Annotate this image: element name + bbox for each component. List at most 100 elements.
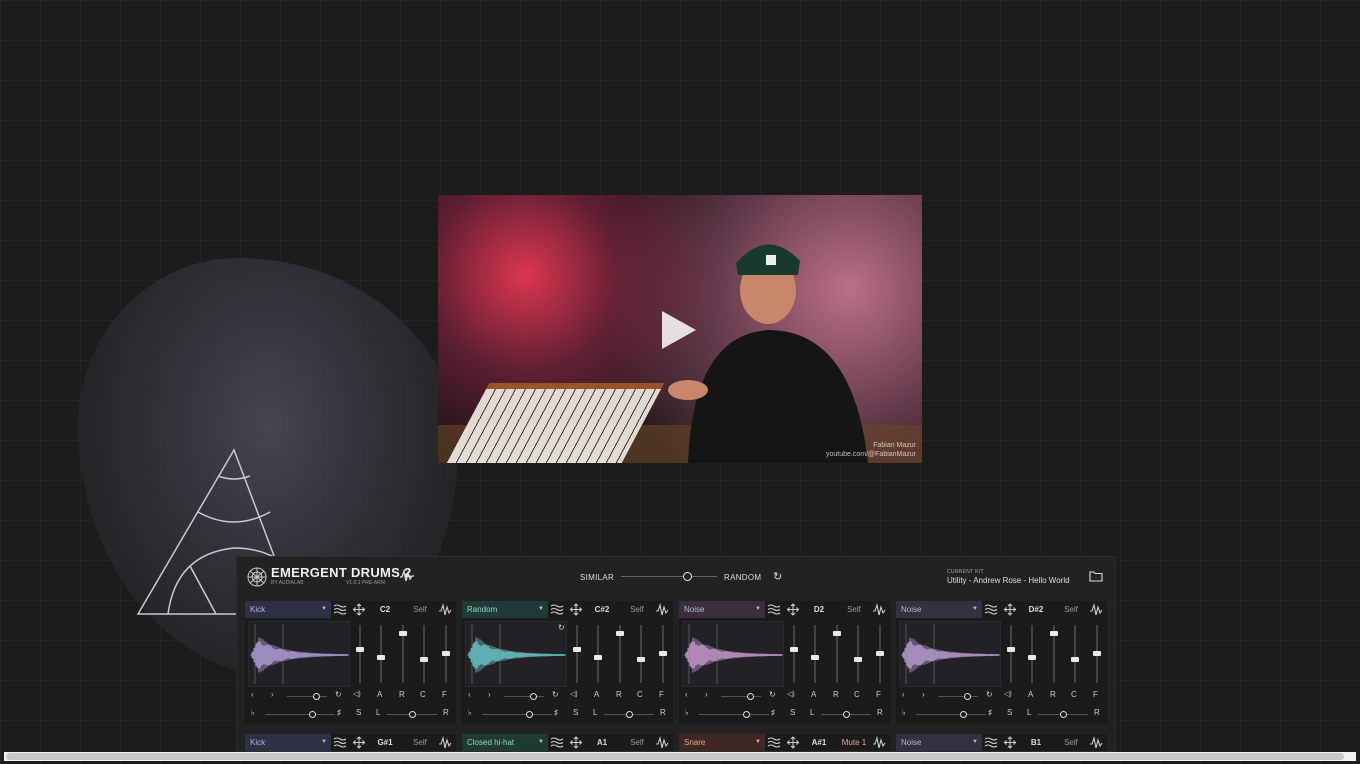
- pad-2-loop-icon[interactable]: ↻: [552, 690, 559, 699]
- horizontal-scrollbar[interactable]: [4, 752, 1356, 761]
- pad-3-fader-2[interactable]: [833, 625, 841, 683]
- pad-4-tune-slider-thumb[interactable]: [964, 693, 971, 700]
- pad-3-move-icon[interactable]: [786, 603, 800, 616]
- pad-2-pitch-slider-thumb[interactable]: [526, 711, 533, 718]
- r2-pad-3-note-label[interactable]: A#1: [804, 734, 834, 751]
- pad-3-waveform[interactable]: [682, 621, 784, 687]
- r2-pad-2-choke-mode[interactable]: Self: [623, 734, 651, 751]
- pad-2-fader-2[interactable]: [616, 625, 624, 683]
- pad-2-sharp-icon[interactable]: ♯: [554, 708, 558, 717]
- pad-2-tune-slider-thumb[interactable]: [530, 693, 537, 700]
- pad-1-waveform[interactable]: [248, 621, 350, 687]
- pad-3-pitch-slider[interactable]: [699, 711, 769, 718]
- pad-1-note-label[interactable]: C2: [370, 601, 400, 618]
- pad-3-fader-1-thumb[interactable]: [811, 655, 819, 660]
- pad-1-fader-0[interactable]: [356, 625, 364, 683]
- pad-3-sound-select[interactable]: Noise ▼: [679, 601, 765, 618]
- pad-4-pan-slider[interactable]: [1038, 711, 1088, 718]
- pad-2-flat-icon[interactable]: ♭: [468, 708, 472, 717]
- pad-4-fader-3-thumb[interactable]: [1071, 657, 1079, 662]
- pad-1-fader-1[interactable]: [377, 625, 385, 683]
- pad-3-pan-slider-thumb[interactable]: [843, 711, 850, 718]
- similarity-slider[interactable]: [621, 572, 717, 581]
- r2-pad-1-note-label[interactable]: G#1: [370, 734, 400, 751]
- pad-2-move-icon[interactable]: [569, 603, 583, 616]
- r2-pad-2-move-icon[interactable]: [569, 736, 583, 749]
- pad-1-sound-select[interactable]: Kick ▼: [245, 601, 331, 618]
- pad-1-fader-0-thumb[interactable]: [356, 647, 364, 652]
- r2-pad-3-choke-mode[interactable]: Mute 1: [840, 734, 868, 751]
- pad-4-waveform[interactable]: [899, 621, 1001, 687]
- pad-2-fader-3-thumb[interactable]: [637, 657, 645, 662]
- pad-4-loop-icon[interactable]: ↻: [986, 690, 993, 699]
- pad-2-pan-slider[interactable]: [604, 711, 654, 718]
- r2-pad-1-sound-select[interactable]: Kick ▼: [245, 734, 331, 751]
- pad-1-loop-icon[interactable]: ↻: [335, 690, 342, 699]
- r2-pad-4-eq-icon[interactable]: [984, 736, 998, 749]
- pad-3-flat-icon[interactable]: ♭: [685, 708, 689, 717]
- pad-1-fader-4-thumb[interactable]: [442, 651, 450, 656]
- pad-1-pan-slider[interactable]: [387, 711, 437, 718]
- r2-pad-1-eq-icon[interactable]: [333, 736, 347, 749]
- pad-4-move-icon[interactable]: [1003, 603, 1017, 616]
- pad-3-fader-3[interactable]: [854, 625, 862, 683]
- pad-4-eq-icon[interactable]: [984, 603, 998, 616]
- pad-2-pitch-slider[interactable]: [482, 711, 552, 718]
- r2-pad-4-choke-mode[interactable]: Self: [1057, 734, 1085, 751]
- pad-1-tune-slider[interactable]: [287, 693, 327, 700]
- pad-1-flat-icon[interactable]: ♭: [251, 708, 255, 717]
- pad-2-sound-select[interactable]: Random ▼: [462, 601, 548, 618]
- r2-pad-2-sound-select[interactable]: Closed hi-hat ▼: [462, 734, 548, 751]
- pad-4-pitch-slider[interactable]: [916, 711, 986, 718]
- pad-3-fader-2-thumb[interactable]: [833, 631, 841, 636]
- waveform-generate-icon[interactable]: [399, 569, 415, 583]
- pad-4-fader-2[interactable]: [1050, 625, 1058, 683]
- pad-2-fader-0[interactable]: [573, 625, 581, 683]
- r2-pad-2-note-label[interactable]: A1: [587, 734, 617, 751]
- folder-icon[interactable]: [1089, 570, 1103, 582]
- pad-4-waveform-generate-icon[interactable]: [1089, 602, 1103, 616]
- r2-pad-4-sound-select[interactable]: Noise ▼: [896, 734, 982, 751]
- pad-1-chevron-left-icon[interactable]: ‹: [251, 690, 254, 699]
- pad-1-fader-3[interactable]: [420, 625, 428, 683]
- pad-4-fader-0-thumb[interactable]: [1007, 647, 1015, 652]
- pad-3-fader-4-thumb[interactable]: [876, 651, 884, 656]
- r2-pad-1-move-icon[interactable]: [352, 736, 366, 749]
- pad-3-tune-slider[interactable]: [721, 693, 761, 700]
- pad-2-chevron-left-icon[interactable]: ‹: [468, 690, 471, 699]
- pad-4-sound-select[interactable]: Noise ▼: [896, 601, 982, 618]
- pad-3-eq-icon[interactable]: [767, 603, 781, 616]
- pad-4-fader-1-thumb[interactable]: [1028, 655, 1036, 660]
- pad-2-waveform[interactable]: [465, 621, 567, 687]
- r2-pad-2-waveform-generate-icon[interactable]: [655, 735, 669, 749]
- r2-pad-4-note-label[interactable]: B1: [1021, 734, 1051, 751]
- pad-4-fader-0[interactable]: [1007, 625, 1015, 683]
- play-icon[interactable]: [662, 311, 696, 349]
- regenerate-icon[interactable]: ↻: [773, 570, 782, 583]
- pad-3-chevron-right-icon[interactable]: ›: [705, 690, 708, 699]
- pad-3-fader-0-thumb[interactable]: [790, 647, 798, 652]
- pad-4-fader-2-thumb[interactable]: [1050, 631, 1058, 636]
- r2-pad-3-eq-icon[interactable]: [767, 736, 781, 749]
- pad-3-speaker-icon[interactable]: ◁): [787, 690, 795, 698]
- pad-4-fader-1[interactable]: [1028, 625, 1036, 683]
- pad-1-fader-2-thumb[interactable]: [399, 631, 407, 636]
- pad-2-fader-1-thumb[interactable]: [594, 655, 602, 660]
- r2-pad-4-move-icon[interactable]: [1003, 736, 1017, 749]
- r2-pad-3-waveform-generate-icon[interactable]: [872, 735, 886, 749]
- pad-1-fader-3-thumb[interactable]: [420, 657, 428, 662]
- pad-3-fader-1[interactable]: [811, 625, 819, 683]
- pad-2-speaker-icon[interactable]: ◁): [570, 690, 578, 698]
- r2-pad-1-waveform-generate-icon[interactable]: [438, 735, 452, 749]
- pad-2-fader-4[interactable]: [659, 625, 667, 683]
- pad-4-flat-icon[interactable]: ♭: [902, 708, 906, 717]
- pad-1-waveform-generate-icon[interactable]: [438, 602, 452, 616]
- pad-3-fader-0[interactable]: [790, 625, 798, 683]
- pad-1-tune-slider-thumb[interactable]: [313, 693, 320, 700]
- pad-3-pan-slider[interactable]: [821, 711, 871, 718]
- pad-3-fader-3-thumb[interactable]: [854, 657, 862, 662]
- pad-3-waveform-generate-icon[interactable]: [872, 602, 886, 616]
- pad-2-chevron-right-icon[interactable]: ›: [488, 690, 491, 699]
- pad-3-choke-mode[interactable]: Self: [840, 601, 868, 618]
- pad-4-fader-4[interactable]: [1093, 625, 1101, 683]
